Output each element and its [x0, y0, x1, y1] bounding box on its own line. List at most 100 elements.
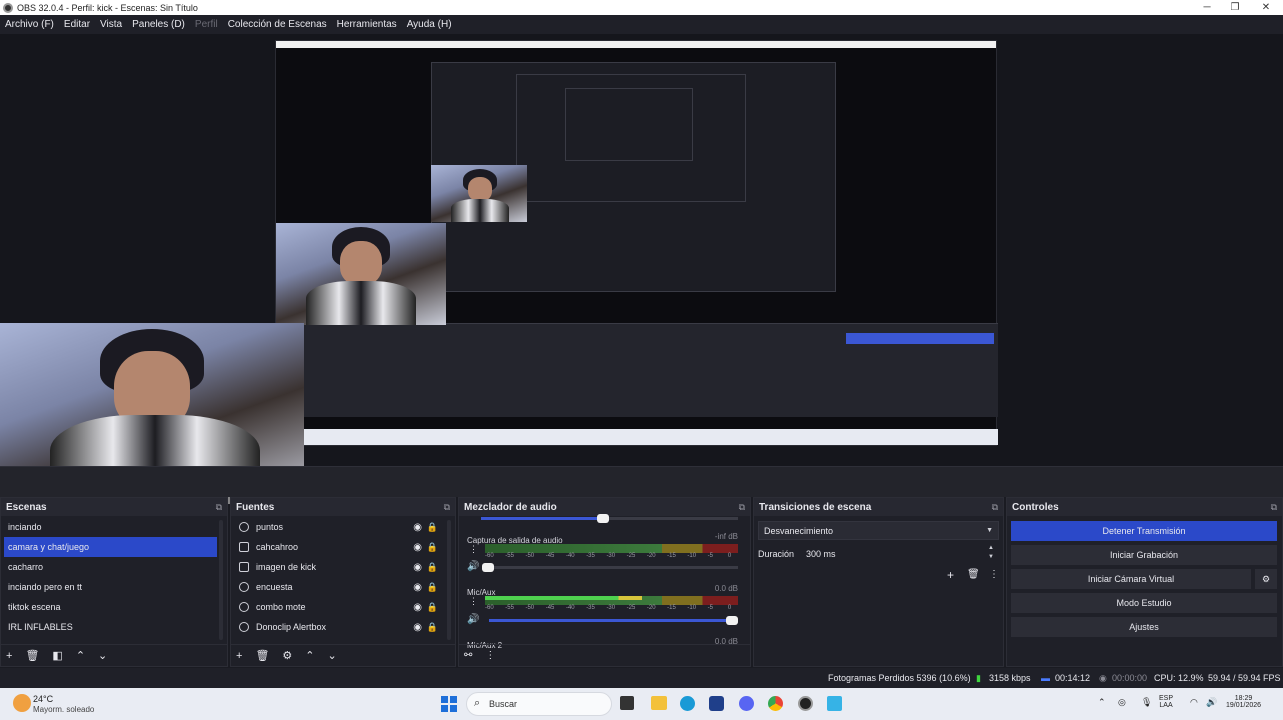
arrow-up-icon[interactable]: ⌃ [76, 649, 85, 662]
task-view-icon[interactable] [620, 696, 634, 710]
speaker-icon[interactable]: 🔊 [467, 561, 479, 572]
lock-icon[interactable]: 🔒 [427, 562, 438, 573]
dock-float-icon[interactable]: ⧉ [444, 502, 450, 513]
plus-icon[interactable]: + [6, 650, 12, 662]
taskbar-search[interactable]: ⌕ Buscar [466, 692, 612, 716]
microphone-icon[interactable]: 🎙 [1141, 697, 1152, 708]
dock-float-icon[interactable]: ⧉ [216, 502, 222, 513]
visibility-eye-icon[interactable]: ◉ [413, 542, 422, 553]
dock-float-icon[interactable]: ⧉ [992, 502, 998, 513]
maximize-button[interactable]: ❐ [1221, 0, 1249, 15]
more-options-icon[interactable]: ⋮ [469, 544, 478, 555]
stop-streaming-button[interactable]: Detener Transmisión [1011, 521, 1277, 541]
arrow-down-icon[interactable]: ⌄ [328, 649, 337, 662]
source-item[interactable]: combo mote ◉ 🔒 [231, 597, 455, 617]
edge-browser-icon[interactable] [680, 696, 695, 711]
close-button[interactable]: ✕ [1252, 0, 1280, 15]
file-explorer-icon[interactable] [651, 696, 667, 710]
minimize-button[interactable]: ─ [1193, 0, 1221, 15]
chevron-up-icon[interactable]: ▲ [988, 545, 994, 551]
scene-item[interactable]: inciando [1, 517, 227, 537]
more-options-icon[interactable]: ⋮ [469, 596, 478, 607]
filter-icon[interactable]: ◧ [52, 649, 62, 662]
trash-icon[interactable]: 🗑 [255, 649, 269, 662]
scene-item[interactable]: cacharro [1, 557, 227, 577]
weather-temp[interactable]: 24°C [33, 694, 53, 704]
tray-chevron-up-icon[interactable]: ⌃ [1098, 697, 1106, 708]
more-options-icon[interactable]: ⋮ [485, 650, 495, 661]
store-icon[interactable] [709, 696, 724, 711]
source-item[interactable]: encuesta ◉ 🔒 [231, 577, 455, 597]
more-options-icon[interactable]: ⋮ [989, 569, 999, 580]
windows-start-icon[interactable] [441, 696, 457, 712]
plus-icon[interactable]: + [947, 568, 954, 582]
meter-scale-tick: -50 [525, 553, 535, 559]
source-item[interactable]: puntos ◉ 🔒 [231, 517, 455, 537]
sources-scrollbar[interactable] [447, 520, 451, 640]
settings-button[interactable]: Ajustes [1011, 617, 1277, 637]
weather-sun-icon[interactable] [13, 694, 31, 712]
menu-file[interactable]: Archivo (F) [5, 19, 54, 30]
preview-area[interactable] [0, 34, 1283, 504]
weather-desc[interactable]: Mayorm. soleado [33, 705, 94, 714]
lock-icon[interactable]: 🔒 [427, 622, 438, 633]
preview-canvas[interactable] [275, 40, 998, 446]
trash-icon[interactable]: 🗑 [967, 569, 980, 580]
source-item[interactable]: Donoclip Alertbox ◉ 🔒 [231, 617, 455, 637]
scene-item[interactable]: inciando pero en tt [1, 577, 227, 597]
transition-select[interactable]: Desvanecimiento ▼ [758, 521, 999, 540]
lock-icon[interactable]: 🔒 [427, 542, 438, 553]
volume-slider[interactable] [481, 563, 738, 572]
plus-icon[interactable]: + [236, 650, 242, 662]
speaker-icon[interactable]: 🔊 [467, 614, 479, 625]
volume-slider[interactable] [489, 616, 738, 625]
virtual-camera-settings-gear-icon[interactable]: ⚙ [1255, 569, 1277, 589]
wifi-icon[interactable]: ◠ [1190, 697, 1198, 708]
chrome-icon[interactable] [768, 696, 783, 711]
scene-item[interactable]: IRL INFLABLES [1, 617, 227, 637]
menu-scene-collection[interactable]: Colección de Escenas [228, 19, 327, 30]
scene-item-selected[interactable]: camara y chat/juego [4, 537, 217, 557]
visibility-eye-icon[interactable]: ◉ [413, 602, 422, 613]
volume-knob[interactable] [726, 616, 738, 625]
volume-slider[interactable] [481, 514, 738, 523]
dock-float-icon[interactable]: ⧉ [739, 502, 745, 513]
studio-mode-button[interactable]: Modo Estudio [1011, 593, 1277, 613]
menu-docks[interactable]: Paneles (D) [132, 19, 185, 30]
menu-view[interactable]: Vista [100, 19, 122, 30]
chevron-down-icon[interactable]: ▼ [988, 554, 994, 560]
dock-float-icon[interactable]: ⧉ [1271, 502, 1277, 513]
trash-icon[interactable]: 🗑 [25, 649, 39, 662]
visibility-eye-icon[interactable]: ◉ [413, 622, 422, 633]
scenes-scrollbar[interactable] [219, 520, 223, 640]
visibility-eye-icon[interactable]: ◉ [413, 582, 422, 593]
lock-icon[interactable]: 🔒 [427, 602, 438, 613]
language-indicator[interactable]: ESP LAA [1159, 695, 1173, 709]
arrow-up-icon[interactable]: ⌃ [305, 649, 314, 662]
menu-tools[interactable]: Herramientas [337, 19, 397, 30]
link-icon[interactable]: ⚯ [464, 650, 472, 661]
visibility-eye-icon[interactable]: ◉ [413, 522, 422, 533]
start-virtual-camera-button[interactable]: Iniciar Cámara Virtual [1011, 569, 1251, 589]
lock-icon[interactable]: 🔒 [427, 522, 438, 533]
volume-icon[interactable]: 🔊 [1206, 697, 1217, 708]
menu-edit[interactable]: Editar [64, 19, 90, 30]
visibility-eye-icon[interactable]: ◉ [413, 562, 422, 573]
lock-icon[interactable]: 🔒 [427, 582, 438, 593]
menu-help[interactable]: Ayuda (H) [407, 19, 452, 30]
scene-item[interactable]: tiktok escena [1, 597, 227, 617]
mixer-toolbar: ⚯ ⋮ [459, 644, 750, 666]
source-label: cahcahroo [256, 542, 299, 552]
volume-knob[interactable] [481, 563, 494, 572]
start-recording-button[interactable]: Iniciar Grabación [1011, 545, 1277, 565]
arrow-down-icon[interactable]: ⌄ [98, 649, 107, 662]
discord-icon[interactable] [739, 696, 754, 711]
app-taskbar-icon[interactable] [827, 696, 842, 711]
source-item[interactable]: cahcahroo ◉ 🔒 [231, 537, 455, 557]
duration-spinbox[interactable]: 300 ms ▲ ▼ [801, 544, 999, 563]
tray-app-icon[interactable]: ◎ [1118, 697, 1126, 708]
obs-taskbar-icon[interactable] [798, 696, 813, 711]
source-item[interactable]: imagen de kick ◉ 🔒 [231, 557, 455, 577]
gear-icon[interactable]: ⚙ [282, 649, 292, 662]
clock[interactable]: 18:29 19/01/2026 [1226, 695, 1261, 709]
